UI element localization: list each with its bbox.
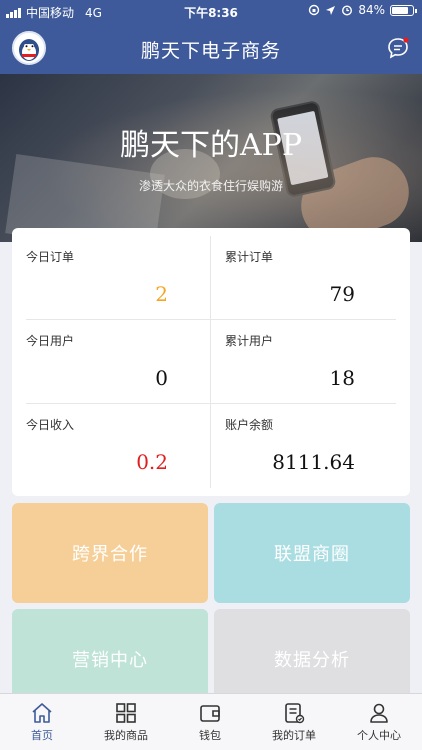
tab-my-products[interactable]: 我的商品 bbox=[84, 694, 168, 750]
home-icon bbox=[32, 703, 52, 723]
status-bar: 中国移动 4G 下午8:36 84% bbox=[0, 0, 422, 22]
tile-cross-border-cooperation[interactable]: 跨界合作 bbox=[12, 503, 208, 603]
tab-label: 我的商品 bbox=[104, 729, 148, 742]
stat-value: 2 bbox=[155, 282, 168, 306]
stat-value: 0 bbox=[155, 366, 168, 390]
battery-icon bbox=[390, 4, 417, 16]
tab-home[interactable]: 首页 bbox=[0, 694, 84, 750]
location-icon bbox=[326, 5, 336, 15]
tab-label: 我的订单 bbox=[272, 729, 316, 742]
banner-subtitle: 渗透大众的衣食住行娱购游 bbox=[138, 179, 283, 193]
hero-banner[interactable]: 鹏天下的APP 渗透大众的衣食住行娱购游 bbox=[0, 74, 422, 242]
stat-account-balance[interactable]: 账户余额 8111.64 bbox=[211, 396, 395, 480]
stat-value: 8111.64 bbox=[272, 450, 355, 474]
stat-total-orders[interactable]: 累计订单 79 bbox=[211, 228, 395, 312]
stat-label: 今日订单 bbox=[26, 250, 75, 264]
tab-wallet[interactable]: 钱包 bbox=[168, 694, 252, 750]
user-icon bbox=[370, 703, 388, 723]
tab-label: 钱包 bbox=[199, 729, 221, 742]
stat-today-orders[interactable]: 今日订单 2 bbox=[12, 228, 196, 312]
wallet-icon bbox=[200, 705, 220, 722]
nav-bar: 鹏天下电子商务 bbox=[0, 22, 422, 74]
stats-card: 今日订单 2 累计订单 79 今日用户 0 累计用户 18 今日收入 0.2 账… bbox=[12, 228, 410, 496]
stat-total-users[interactable]: 累计用户 18 bbox=[211, 312, 395, 396]
tab-profile[interactable]: 个人中心 bbox=[336, 694, 422, 750]
grid-icon bbox=[116, 703, 136, 723]
tab-label: 首页 bbox=[31, 729, 53, 742]
stat-label: 今日用户 bbox=[26, 334, 75, 348]
orientation-lock-icon bbox=[309, 4, 320, 16]
tab-label: 个人中心 bbox=[357, 729, 401, 742]
order-icon bbox=[285, 703, 305, 724]
stat-label: 累计用户 bbox=[225, 334, 274, 348]
stat-value: 18 bbox=[329, 366, 355, 390]
battery-text: 84% bbox=[358, 3, 385, 17]
status-right: 84% bbox=[308, 3, 417, 17]
message-icon[interactable] bbox=[386, 36, 410, 60]
page-title: 鹏天下电子商务 bbox=[140, 40, 281, 62]
stat-value: 0.2 bbox=[136, 450, 168, 474]
stat-today-income[interactable]: 今日收入 0.2 bbox=[12, 396, 196, 480]
stat-label: 今日收入 bbox=[26, 418, 75, 432]
stat-label: 账户余额 bbox=[225, 418, 274, 432]
tab-bar: 首页 我的商品 钱包 我的订单 个人中心 bbox=[0, 693, 422, 750]
banner-title: 鹏天下的APP bbox=[119, 128, 303, 163]
stat-label: 累计订单 bbox=[225, 250, 274, 264]
tile-alliance-business-circle[interactable]: 联盟商圈 bbox=[214, 503, 410, 603]
stat-today-users[interactable]: 今日用户 0 bbox=[12, 312, 196, 396]
tab-my-orders[interactable]: 我的订单 bbox=[252, 694, 336, 750]
alarm-icon bbox=[342, 5, 353, 16]
notification-dot bbox=[403, 37, 409, 43]
stat-value: 79 bbox=[329, 282, 355, 306]
